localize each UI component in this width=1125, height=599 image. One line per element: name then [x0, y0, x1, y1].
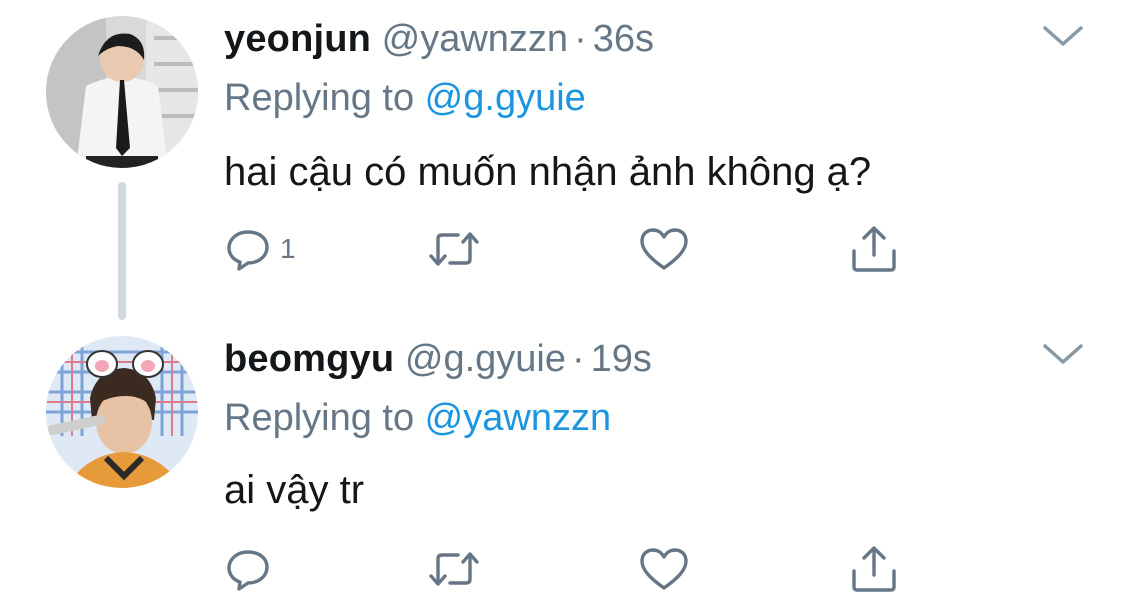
share-icon [852, 226, 896, 272]
reply-count: 1 [280, 233, 296, 264]
tweet-text: hai cậu có muốn nhận ảnh không ạ? [224, 150, 872, 194]
replying-to: Replying to @yawnzzn [224, 394, 611, 442]
separator: · [574, 18, 587, 60]
avatar-image [46, 336, 198, 488]
separator: · [572, 338, 585, 380]
mention-link[interactable]: @g.gyuie [425, 77, 586, 119]
reply-button[interactable] [224, 542, 280, 596]
avatar[interactable] [46, 16, 198, 168]
retweet-icon [429, 552, 479, 586]
retweet-icon [429, 232, 479, 266]
tweet-header: yeonjun @yawnzzn · 36s [224, 14, 654, 64]
replying-label: Replying to [224, 397, 425, 439]
timestamp[interactable]: 19s [591, 338, 652, 380]
like-icon [640, 548, 688, 590]
like-icon [640, 228, 688, 270]
tweet-1[interactable]: yeonjun @yawnzzn · 36s Replying to @g.gyui… [0, 0, 1125, 320]
thread-line [118, 182, 126, 320]
tweet-header: beomgyu @g.gyuie · 19s [224, 334, 652, 384]
avatar-image [46, 16, 198, 168]
retweet-button[interactable] [428, 222, 480, 276]
reply-icon [227, 230, 269, 271]
display-name[interactable]: beomgyu [224, 338, 394, 380]
action-bar: 1 [224, 222, 914, 276]
action-bar [224, 542, 914, 596]
avatar[interactable] [46, 336, 198, 488]
share-button[interactable] [848, 542, 900, 596]
chevron-down-icon[interactable] [1040, 22, 1086, 52]
like-button[interactable] [638, 542, 690, 596]
tweet-text: ai vậy tr [224, 468, 365, 512]
share-icon [852, 546, 896, 592]
reply-icon [227, 550, 269, 591]
like-button[interactable] [638, 222, 690, 276]
handle[interactable]: @g.gyuie [405, 338, 566, 380]
mention-link[interactable]: @yawnzzn [425, 397, 611, 439]
timestamp[interactable]: 36s [593, 18, 654, 60]
share-button[interactable] [848, 222, 900, 276]
handle[interactable]: @yawnzzn [382, 18, 568, 60]
reply-button[interactable]: 1 [224, 222, 296, 276]
replying-label: Replying to [224, 77, 425, 119]
tweet-2[interactable]: beomgyu @g.gyuie · 19s Replying to @yawnzz… [0, 318, 1125, 599]
chevron-down-icon[interactable] [1040, 340, 1086, 370]
retweet-button[interactable] [428, 542, 480, 596]
display-name[interactable]: yeonjun [224, 18, 371, 60]
replying-to: Replying to @g.gyuie [224, 74, 586, 122]
